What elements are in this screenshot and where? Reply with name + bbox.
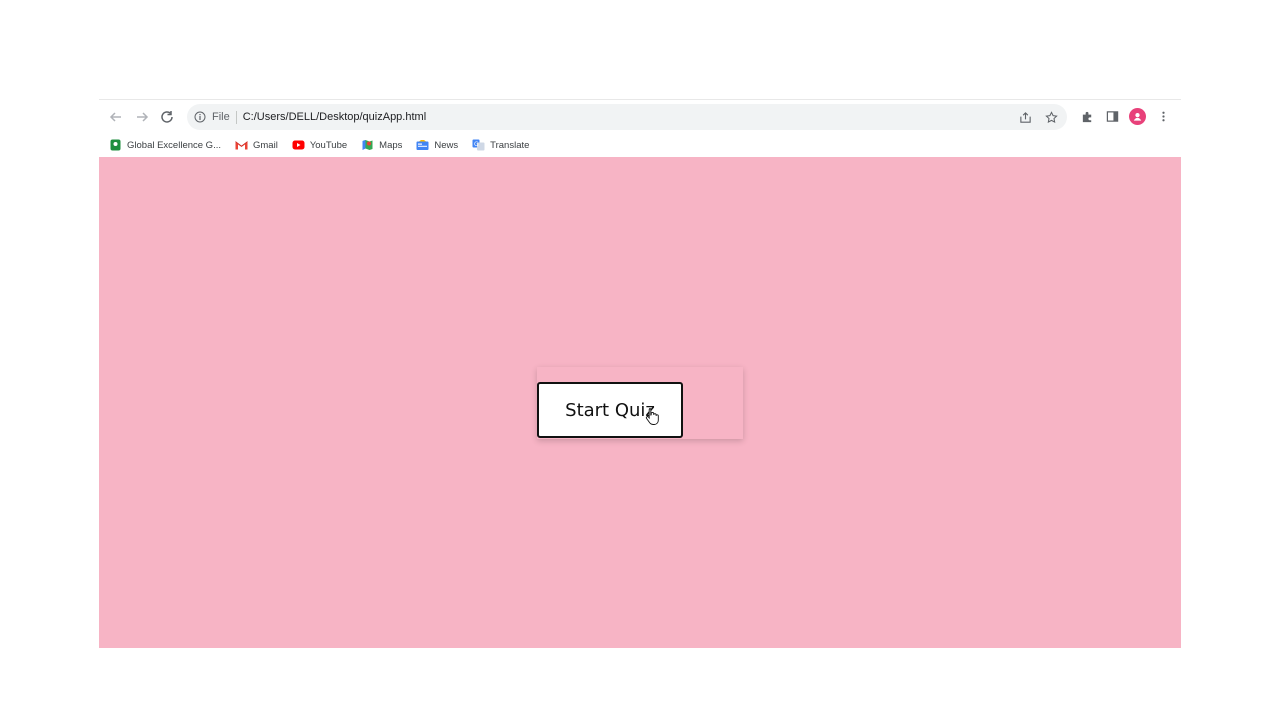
forward-button[interactable]: [131, 106, 153, 128]
bookmarks-bar: Global Excellence G... Gmail YouTube Map…: [99, 133, 1181, 157]
gmail-icon: [235, 139, 248, 151]
svg-text:G: G: [474, 141, 479, 148]
bookmark-label: Gmail: [253, 139, 278, 151]
browser-toolbar: File C:/Users/DELL/Desktop/quizApp.html: [99, 99, 1181, 133]
translate-icon: G: [472, 139, 485, 151]
arrow-left-icon: [109, 112, 121, 122]
address-bar[interactable]: File C:/Users/DELL/Desktop/quizApp.html: [187, 104, 1067, 130]
bookmark-news[interactable]: News: [416, 139, 458, 151]
share-icon[interactable]: [1017, 109, 1033, 125]
omnibox-separator: [235, 110, 237, 124]
bookmark-translate[interactable]: G Translate: [472, 139, 529, 151]
start-quiz-button[interactable]: Start Quiz: [537, 382, 683, 438]
url-text[interactable]: C:/Users/DELL/Desktop/quizApp.html: [243, 111, 426, 123]
puzzle-icon[interactable]: [1079, 109, 1095, 125]
news-icon: [416, 139, 429, 151]
side-panel-icon[interactable]: [1104, 109, 1120, 125]
info-icon[interactable]: [193, 110, 207, 124]
bookmark-label: Global Excellence G...: [127, 139, 221, 151]
avatar[interactable]: [1129, 108, 1146, 125]
hand-cursor-icon: [645, 408, 659, 425]
maps-icon: [361, 139, 374, 151]
bookmark-gmail[interactable]: Gmail: [235, 139, 278, 151]
bookmark-label: Maps: [379, 139, 403, 151]
omnibox-actions: [1017, 109, 1059, 125]
reload-button[interactable]: [156, 106, 178, 128]
bookmark-label: YouTube: [309, 139, 348, 151]
url-scheme: File: [212, 111, 230, 123]
star-icon[interactable]: [1043, 109, 1059, 125]
bookmark-label: News: [434, 139, 459, 151]
globe-badge-icon: [109, 139, 122, 151]
arrow-right-icon: [137, 112, 149, 122]
start-container: Start Quiz: [537, 367, 743, 439]
bookmark-maps[interactable]: Maps: [361, 139, 402, 151]
toolbar-actions: [1079, 108, 1171, 125]
back-button[interactable]: [105, 106, 127, 128]
page-content: Start Quiz: [99, 157, 1181, 648]
reload-icon: [161, 111, 173, 123]
youtube-icon: [292, 139, 305, 151]
kebab-menu-icon[interactable]: [1155, 109, 1171, 125]
bookmark-youtube[interactable]: YouTube: [292, 139, 347, 151]
browser-window: File C:/Users/DELL/Desktop/quizApp.html: [99, 99, 1181, 648]
bookmark-label: Translate: [490, 139, 530, 151]
bookmark-global-excellence[interactable]: Global Excellence G...: [109, 139, 221, 151]
